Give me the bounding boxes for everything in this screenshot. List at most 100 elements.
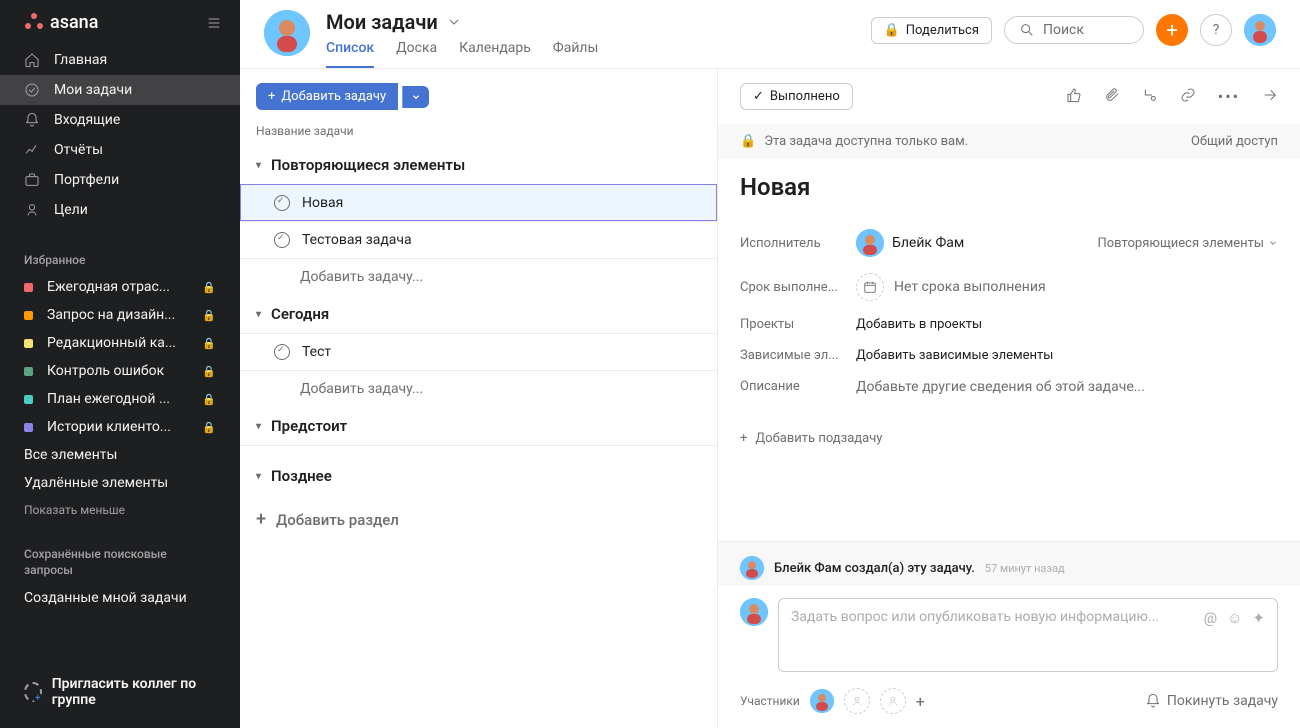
task-name: Новая [302, 195, 343, 211]
field-label-assignee: Исполнитель [740, 236, 856, 251]
subtask-icon[interactable] [1142, 87, 1158, 106]
favorite-label: Запрос на дизайн... [47, 307, 188, 323]
participant-avatar[interactable] [810, 689, 834, 713]
add-subtask-button[interactable]: + Добавить подзадачу [740, 431, 1278, 446]
task-row[interactable]: Тест [240, 333, 717, 370]
more-icon[interactable]: ••• [1218, 87, 1240, 106]
collapse-sidebar-icon[interactable] [206, 15, 222, 31]
nav-goals[interactable]: Цели [0, 195, 240, 225]
asana-logo[interactable]: asana [24, 12, 98, 33]
task-name: Тестовая задача [302, 232, 412, 248]
activity-avatar [740, 556, 764, 580]
global-add-button[interactable]: + [1156, 14, 1188, 46]
complete-toggle-icon[interactable] [274, 195, 290, 211]
user-avatar[interactable] [264, 10, 310, 56]
add-task-dropdown[interactable] [402, 86, 429, 108]
favorite-item[interactable]: Ежегодная отрас...🔒 [0, 273, 240, 301]
task-list-panel: + Добавить задачу Название задачи ▾Повто… [240, 69, 718, 728]
add-participant-button[interactable]: + [916, 692, 925, 711]
tab-files[interactable]: Файлы [553, 40, 598, 68]
favorite-item[interactable]: Запрос на дизайн... 🔒 [0, 301, 240, 329]
favorite-label: Контроль ошибок [47, 363, 188, 379]
all-items-link[interactable]: Все элементы [0, 441, 240, 469]
attachment-icon[interactable] [1104, 87, 1120, 106]
comment-input[interactable]: Задать вопрос или опубликовать новую инф… [778, 598, 1278, 672]
link-icon[interactable] [1180, 87, 1196, 106]
like-icon[interactable] [1066, 87, 1082, 106]
deleted-items-link[interactable]: Удалённые элементы [0, 469, 240, 497]
section-select[interactable]: Повторяющиеся элементы [1097, 236, 1278, 251]
assignee-avatar [856, 229, 884, 257]
add-task-button[interactable]: + Добавить задачу [256, 83, 398, 110]
favorite-label: Истории клиенто... [47, 419, 188, 435]
description-value[interactable]: Добавьте другие сведения об этой задаче.… [856, 379, 1278, 395]
lock-icon: 🔒 [202, 337, 216, 350]
assignee-value[interactable]: Блейк Фам [856, 229, 964, 257]
help-button[interactable]: ? [1200, 14, 1232, 46]
add-participant-placeholder[interactable] [844, 688, 870, 714]
emoji-icon[interactable]: ☺ [1227, 609, 1242, 627]
add-section-button[interactable]: + Добавить раздел [240, 495, 717, 544]
triangle-down-icon: ▾ [256, 309, 261, 320]
task-title[interactable]: Новая [740, 173, 1278, 201]
field-label-projects: Проекты [740, 317, 856, 332]
nav-inbox[interactable]: Входящие [0, 105, 240, 135]
triangle-down-icon: ▾ [256, 160, 261, 171]
show-less-link[interactable]: Показать меньше [0, 497, 240, 523]
project-color-dot [24, 339, 33, 348]
activity-item: Блейк Фам создал(а) эту задачу. 57 минут… [740, 556, 1278, 580]
add-task-inline[interactable]: Добавить задачу... [240, 370, 717, 407]
section-header[interactable]: ▾Повторяющиеся элементы [240, 146, 717, 184]
chevron-down-icon[interactable] [446, 14, 462, 30]
title-block: Мои задачи Список Доска Календарь Файлы [326, 10, 855, 68]
plus-icon: + [740, 431, 747, 446]
nav-home[interactable]: Главная [0, 45, 240, 75]
add-task-inline[interactable]: Добавить задачу... [240, 258, 717, 295]
invite-button[interactable]: Пригласить коллег по группе [0, 668, 240, 716]
activity-feed: Блейк Фам создал(а) эту задачу. 57 минут… [718, 541, 1300, 586]
saved-search-item[interactable]: Созданные мной задачи [0, 584, 240, 612]
favorite-item[interactable]: Контроль ошибок🔒 [0, 357, 240, 385]
project-color-dot [24, 423, 33, 432]
search-input[interactable]: Поиск [1004, 16, 1144, 44]
nav-my-tasks[interactable]: Мои задачи [0, 75, 240, 105]
nav-portfolios-label: Портфели [54, 172, 119, 188]
share-button[interactable]: 🔒 Поделиться [871, 17, 992, 44]
tab-list[interactable]: Список [326, 40, 374, 68]
complete-toggle-icon[interactable] [274, 232, 290, 248]
section-header[interactable]: ▾Сегодня [240, 295, 717, 333]
task-row[interactable]: Тестовая задача [240, 221, 717, 258]
field-label-deps: Зависимые эл... [740, 348, 856, 363]
deps-value[interactable]: Добавить зависимые элементы [856, 348, 1278, 363]
star-icon[interactable]: ✦ [1252, 609, 1265, 627]
share-label: Поделиться [906, 23, 979, 38]
lock-icon: 🔒 [202, 309, 216, 322]
nav-inbox-label: Входящие [54, 112, 120, 128]
tab-calendar[interactable]: Календарь [459, 40, 531, 68]
section-header[interactable]: ▾Предстоит [240, 407, 717, 445]
add-section-label: Добавить раздел [276, 511, 399, 529]
complete-toggle-icon[interactable] [274, 344, 290, 360]
section-header[interactable]: ▾Позднее [240, 457, 717, 495]
favorite-item[interactable]: План ежегодной ...🔒 [0, 385, 240, 413]
nav-portfolios[interactable]: Портфели [0, 165, 240, 195]
share-access-link[interactable]: Общий доступ [1191, 134, 1278, 149]
projects-value[interactable]: Добавить в проекты [856, 317, 1278, 332]
mark-complete-button[interactable]: ✓ Выполнено [740, 83, 853, 110]
tab-board[interactable]: Доска [396, 40, 437, 68]
search-placeholder: Поиск [1043, 22, 1084, 38]
list-toolbar: + Добавить задачу [240, 69, 717, 124]
favorite-item[interactable]: Редакционный ка...🔒 [0, 329, 240, 357]
nav-reports[interactable]: Отчёты [0, 135, 240, 165]
add-participant-placeholder[interactable] [880, 688, 906, 714]
favorite-item[interactable]: Истории клиенто...🔒 [0, 413, 240, 441]
mention-icon[interactable]: @ [1204, 609, 1217, 627]
content-columns: + Добавить задачу Название задачи ▾Повто… [240, 69, 1300, 728]
leave-task-button[interactable]: Покинуть задачу [1145, 693, 1278, 709]
add-subtask-label: Добавить подзадачу [755, 431, 882, 446]
task-row[interactable]: Новая [240, 184, 717, 221]
close-panel-icon[interactable] [1262, 87, 1278, 106]
profile-avatar[interactable] [1244, 14, 1276, 46]
due-date-value[interactable]: Нет срока выполнения [856, 273, 1278, 301]
search-icon [1019, 22, 1035, 38]
